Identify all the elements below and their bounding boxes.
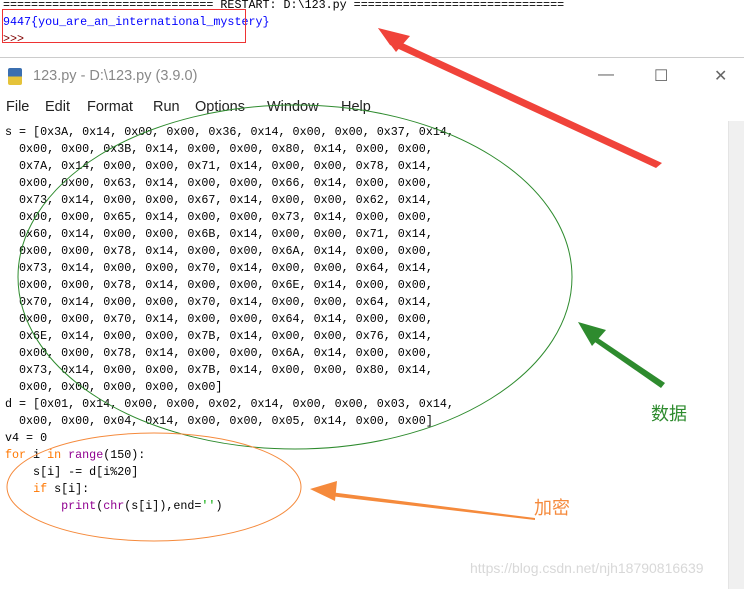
code-line-print: print(chr(s[i]),end='')	[5, 498, 454, 515]
code-line: 0x00, 0x00, 0x70, 0x14, 0x00, 0x00, 0x64…	[5, 312, 433, 326]
data-label: 数据	[651, 404, 687, 424]
window-title: 123.py - D:\123.py (3.9.0)	[33, 68, 198, 84]
watermark: https://blog.csdn.net/njh18790816639	[470, 560, 704, 576]
code-line: v4 = 0	[5, 431, 48, 445]
menu-bar: File Edit Format Run Options Window Help	[0, 96, 744, 121]
string-literal: ''	[201, 499, 216, 513]
code-line: 0x00, 0x00, 0x78, 0x14, 0x00, 0x00, 0x6A…	[5, 346, 433, 360]
code-line-sub: s[i] -= d[i%20]	[5, 465, 139, 479]
builtin-range: range	[68, 448, 104, 462]
code-line: 0x00, 0x00, 0x63, 0x14, 0x00, 0x00, 0x66…	[5, 176, 433, 190]
title-bar: 123.py - D:\123.py (3.9.0) — ☐ ✕	[0, 58, 744, 96]
code-token: (150):	[103, 448, 146, 462]
code-line: 0x00, 0x00, 0x65, 0x14, 0x00, 0x00, 0x73…	[5, 210, 433, 224]
code-line: 0x00, 0x00, 0x3B, 0x14, 0x00, 0x00, 0x80…	[5, 142, 433, 156]
code-token: i	[26, 448, 48, 462]
code-line: 0x6E, 0x14, 0x00, 0x00, 0x7B, 0x14, 0x00…	[5, 329, 433, 343]
builtin-chr: chr	[103, 499, 125, 513]
code-line-for: for i in range(150):	[5, 447, 454, 464]
code-line: 0x00, 0x00, 0x78, 0x14, 0x00, 0x00, 0x6E…	[5, 278, 433, 292]
highlight-box	[2, 9, 246, 43]
minimize-button[interactable]: —	[598, 66, 614, 84]
editor-window: 123.py - D:\123.py (3.9.0) — ☐ ✕ File Ed…	[0, 57, 744, 589]
code-line: 0x00, 0x00, 0x78, 0x14, 0x00, 0x00, 0x6A…	[5, 244, 433, 258]
code-line: 0x60, 0x14, 0x00, 0x00, 0x6B, 0x14, 0x00…	[5, 227, 433, 241]
code-line: s = [0x3A, 0x14, 0x00, 0x00, 0x36, 0x14,…	[5, 125, 454, 139]
code-line: d = [0x01, 0x14, 0x00, 0x00, 0x02, 0x14,…	[5, 397, 454, 411]
close-button[interactable]: ✕	[714, 66, 727, 86]
shell-output-area: ============================== RESTART: …	[0, 0, 744, 57]
maximize-button[interactable]: ☐	[654, 66, 668, 86]
encrypt-label: 加密	[534, 498, 570, 518]
keyword-if: if	[33, 482, 48, 496]
code-text: s = [0x3A, 0x14, 0x00, 0x00, 0x36, 0x14,…	[5, 124, 454, 515]
menu-run[interactable]: Run	[153, 99, 180, 115]
keyword-in: in	[47, 448, 62, 462]
code-line: 0x00, 0x00, 0x00, 0x00, 0x00]	[5, 380, 223, 394]
menu-help[interactable]: Help	[341, 99, 371, 115]
code-line-if: if s[i]:	[5, 481, 454, 498]
keyword-for: for	[5, 448, 27, 462]
code-token: )	[215, 499, 223, 513]
code-editor[interactable]: s = [0x3A, 0x14, 0x00, 0x00, 0x36, 0x14,…	[0, 121, 728, 589]
code-line: 0x00, 0x00, 0x04, 0x14, 0x00, 0x00, 0x05…	[5, 414, 433, 428]
menu-options[interactable]: Options	[195, 99, 245, 115]
menu-format[interactable]: Format	[87, 99, 133, 115]
code-line: 0x73, 0x14, 0x00, 0x00, 0x70, 0x14, 0x00…	[5, 261, 433, 275]
code-line: 0x73, 0x14, 0x00, 0x00, 0x7B, 0x14, 0x00…	[5, 363, 433, 377]
vertical-scrollbar[interactable]	[728, 121, 744, 589]
builtin-print: print	[61, 499, 97, 513]
code-line: 0x73, 0x14, 0x00, 0x00, 0x67, 0x14, 0x00…	[5, 193, 433, 207]
code-token: s[i]:	[47, 482, 90, 496]
code-line: 0x7A, 0x14, 0x00, 0x00, 0x71, 0x14, 0x00…	[5, 159, 433, 173]
code-token: (s[i]),end=	[124, 499, 202, 513]
code-line: 0x70, 0x14, 0x00, 0x00, 0x70, 0x14, 0x00…	[5, 295, 433, 309]
menu-edit[interactable]: Edit	[45, 99, 70, 115]
menu-window[interactable]: Window	[267, 99, 319, 115]
python-file-icon	[8, 68, 22, 85]
menu-file[interactable]: File	[6, 99, 29, 115]
